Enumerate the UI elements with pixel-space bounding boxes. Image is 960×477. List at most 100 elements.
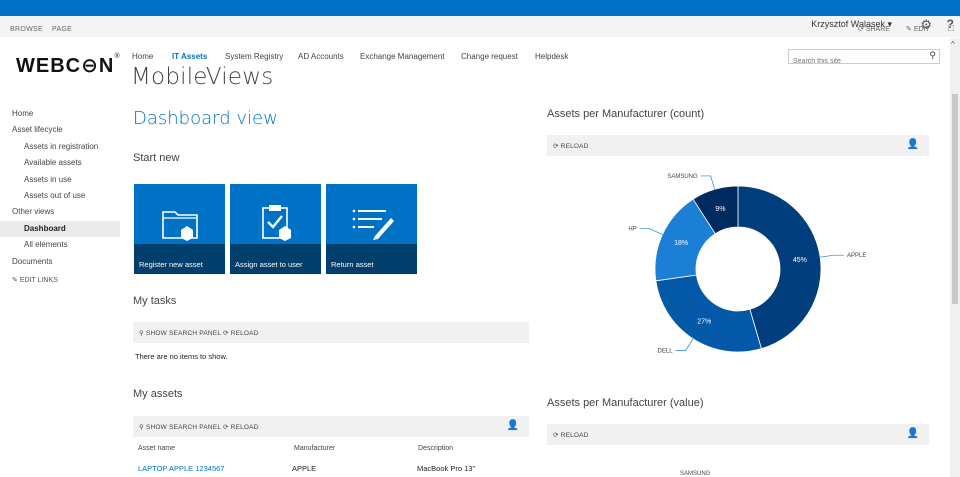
leader-line	[820, 254, 845, 258]
topnav-it-assets[interactable]: IT Assets	[172, 52, 207, 61]
tasks-empty-message: There are no items to show.	[135, 352, 228, 361]
assets-reload[interactable]: ⟳ RELOAD	[223, 423, 259, 431]
slice-value-label: 18%	[674, 240, 688, 247]
show-search-panel-label: SHOW SEARCH PANEL	[145, 330, 222, 337]
left-nav: Home Asset lifecycle Assets in registrat…	[0, 106, 120, 284]
column-header-asset-name[interactable]: Asset name	[138, 445, 175, 452]
scrollbar[interactable]: ^	[950, 38, 960, 477]
leftnav-assets-out-of-use[interactable]: Assets out of use	[0, 188, 120, 204]
share-label: SHARE	[865, 26, 890, 33]
suite-bar	[0, 0, 960, 16]
leftnav-all-elements[interactable]: All elements	[0, 237, 120, 253]
pencil-icon: ✎	[906, 26, 912, 33]
list-edit-icon	[352, 209, 394, 240]
topnav-ad-accounts[interactable]: AD Accounts	[298, 52, 344, 61]
assign-asset-tile[interactable]: Assign asset to user	[230, 184, 321, 274]
leftnav-other-views[interactable]: Other views	[0, 204, 120, 220]
edit-links-label: EDIT LINKS	[19, 276, 58, 284]
clipboard-check-icon	[262, 205, 291, 241]
ribbon: BROWSE PAGE ⟳ SHARE ✎ EDIT □	[0, 20, 960, 38]
slice-dell[interactable]	[655, 274, 762, 353]
leftnav-dashboard[interactable]: Dashboard	[0, 220, 120, 238]
register-asset-tile[interactable]: Register new asset	[134, 184, 225, 274]
registered-mark: ®	[114, 53, 121, 60]
leftnav-home[interactable]: Home	[0, 106, 120, 122]
tab-browse[interactable]: BROWSE	[10, 26, 43, 33]
count-chart-title: Assets per Manufacturer (count)	[547, 108, 705, 120]
topnav-helpdesk[interactable]: Helpdesk	[535, 52, 568, 61]
value-chart-label: SAMSUNG	[680, 471, 711, 477]
category-label: HP	[628, 227, 636, 233]
reload-label: RELOAD	[560, 143, 589, 150]
tab-page[interactable]: PAGE	[52, 26, 72, 33]
leftnav-assets-in-registration[interactable]: Assets in registration	[0, 139, 120, 155]
tasks-toolbar: ⚲ SHOW SEARCH PANEL ⟳ RELOAD	[133, 322, 529, 343]
search-icon: ⚲	[139, 330, 144, 337]
my-assets-heading: My assets	[133, 388, 183, 400]
slice-value-label: 9%	[715, 206, 725, 213]
column-header-description[interactable]: Description	[418, 445, 453, 452]
leftnav-documents[interactable]: Documents	[0, 254, 120, 270]
assets-show-search-panel[interactable]: ⚲ SHOW SEARCH PANEL	[139, 423, 221, 431]
topnav-system-registry[interactable]: System Registry	[225, 52, 283, 61]
reload-label: RELOAD	[230, 330, 259, 337]
person-icon[interactable]: 👤	[507, 420, 519, 431]
tasks-show-search-panel[interactable]: ⚲ SHOW SEARCH PANEL	[139, 329, 221, 337]
edit-button[interactable]: ✎ EDIT	[906, 25, 930, 33]
topnav-change-request[interactable]: Change request	[461, 52, 518, 61]
search-icon: ⚲	[139, 424, 144, 431]
focus-icon[interactable]: □	[948, 23, 954, 34]
count-donut-chart: 45% APPLE 27% DELL 18% HP 9% SAMSUNG	[628, 174, 866, 355]
tasks-reload[interactable]: ⟳ RELOAD	[223, 329, 259, 337]
pencil-icon: ✎	[12, 276, 18, 284]
scrollbar-thumb[interactable]	[952, 94, 958, 304]
tile-label: Return asset	[326, 244, 417, 274]
leftnav-available-assets[interactable]: Available assets	[0, 155, 120, 171]
value-chart-title: Assets per Manufacturer (value)	[547, 397, 704, 409]
value-chart-reload[interactable]: ⟳ RELOAD	[553, 431, 589, 439]
person-icon[interactable]: 👤	[907, 139, 919, 150]
leader-line	[675, 338, 694, 351]
asset-manufacturer: APPLE	[292, 464, 317, 473]
leftnav-asset-lifecycle[interactable]: Asset lifecycle	[0, 122, 120, 138]
search-input[interactable]	[789, 55, 919, 68]
scroll-up-icon[interactable]: ^	[951, 40, 955, 49]
leader-line	[700, 175, 715, 190]
reload-icon: ⟳	[223, 330, 229, 337]
leftnav-assets-in-use[interactable]: Assets in use	[0, 172, 120, 188]
slice-value-label: 27%	[697, 319, 711, 326]
assets-toolbar: ⚲ SHOW SEARCH PANEL ⟳ RELOAD 👤	[133, 416, 529, 437]
tile-label: Register new asset	[134, 244, 225, 274]
category-label: SAMSUNG	[667, 174, 698, 180]
reload-label: RELOAD	[230, 424, 259, 431]
leader-line	[639, 228, 663, 235]
person-icon[interactable]: 👤	[907, 428, 919, 439]
reload-icon: ⟳	[553, 143, 559, 150]
dashboard-title: Dashboard view	[133, 108, 278, 129]
asset-name-link[interactable]: LAPTOP APPLE 1234567	[138, 464, 224, 473]
value-chart-toolbar: ⟳ RELOAD 👤	[547, 424, 929, 445]
reload-icon: ⟳	[553, 432, 559, 439]
column-header-manufacturer[interactable]: Manufacturer	[294, 445, 335, 452]
show-search-panel-label: SHOW SEARCH PANEL	[145, 424, 222, 431]
search-icon[interactable]: ⚲	[929, 50, 936, 61]
site-title: MobileViews	[131, 64, 274, 90]
slice-value-label: 45%	[793, 257, 807, 264]
count-chart-toolbar: ⟳ RELOAD 👤	[547, 135, 929, 156]
asset-description: MacBook Pro 13"	[417, 464, 476, 473]
category-label: APPLE	[847, 253, 866, 259]
my-tasks-heading: My tasks	[133, 295, 177, 307]
start-new-heading: Start new	[133, 152, 180, 164]
edit-links-button[interactable]: ✎ EDIT LINKS	[0, 276, 120, 284]
return-asset-tile[interactable]: Return asset	[326, 184, 417, 274]
topnav-exchange-management[interactable]: Exchange Management	[360, 52, 445, 61]
share-icon: ⟳	[858, 26, 864, 33]
logo[interactable]: WEBC⊖N®	[16, 53, 120, 78]
share-button[interactable]: ⟳ SHARE	[858, 25, 890, 33]
count-chart-reload[interactable]: ⟳ RELOAD	[553, 142, 589, 150]
category-label: DELL	[658, 349, 674, 355]
folder-icon	[162, 211, 198, 241]
search-box: ⚲	[788, 49, 940, 68]
topnav-home[interactable]: Home	[132, 52, 153, 61]
tile-label: Assign asset to user	[230, 244, 321, 274]
